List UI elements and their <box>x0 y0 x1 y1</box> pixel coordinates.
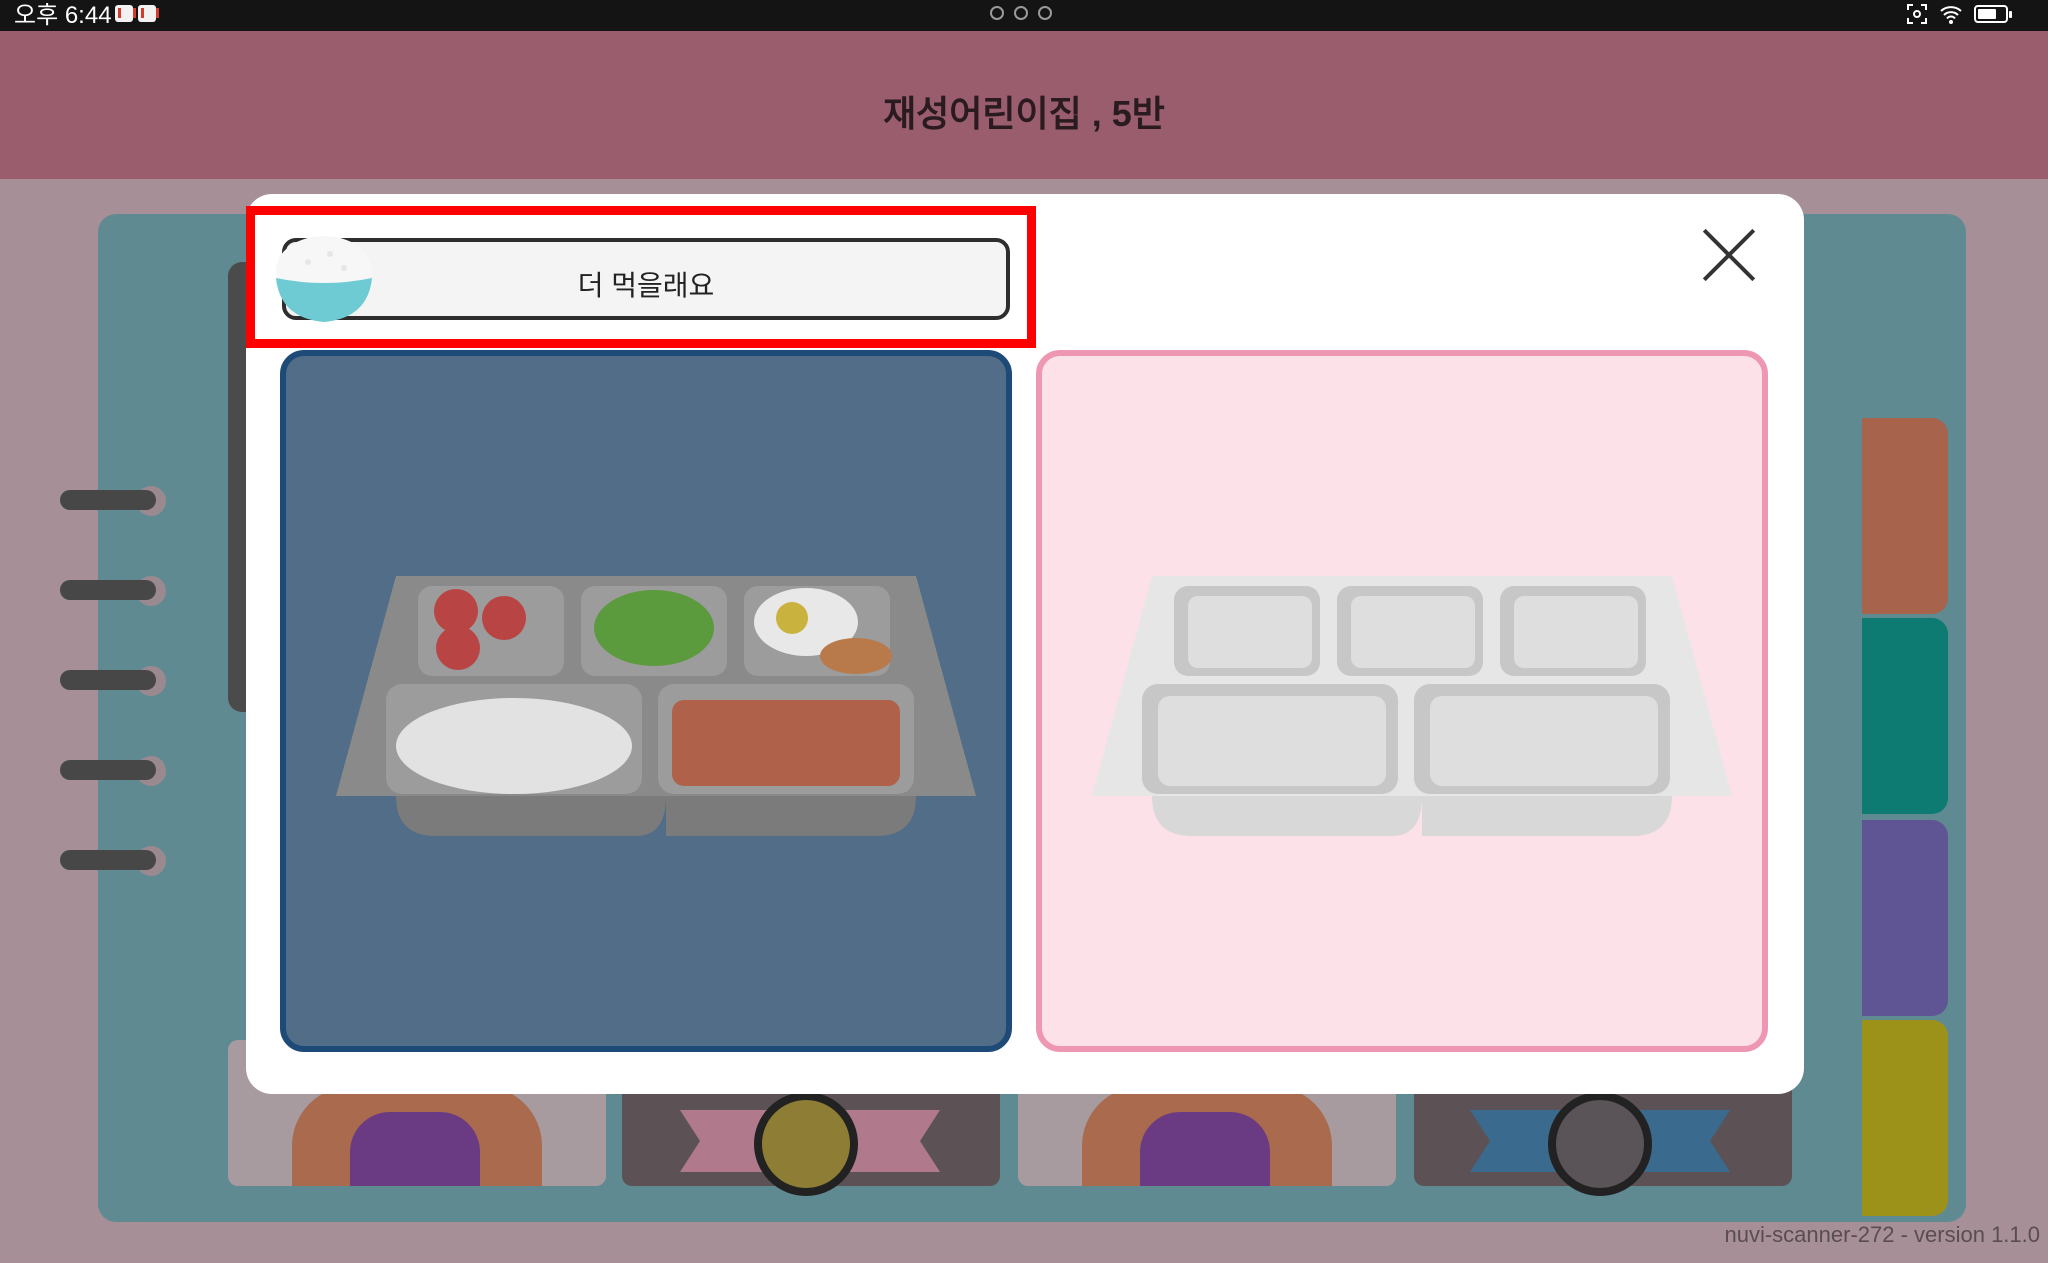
status-icons <box>1906 3 2012 25</box>
page-indicator <box>990 6 1052 20</box>
gmail-icon <box>138 5 159 22</box>
screenshot-icon <box>1907 4 1927 24</box>
child-avatar-body <box>1140 1112 1270 1186</box>
full-tray-option[interactable] <box>280 350 1012 1052</box>
full-lunch-tray-icon <box>336 576 976 836</box>
app-header: 재성어린이집 , 5반 <box>0 31 2048 179</box>
battery-icon <box>1974 5 2012 23</box>
notebook-tab[interactable] <box>1862 618 1948 814</box>
binder-ring <box>60 670 156 690</box>
page-dot <box>990 6 1004 20</box>
fork-spoon-icon <box>1548 1092 1652 1196</box>
binder-ring <box>60 490 156 510</box>
status-bar: 오후 6:44 <box>0 0 2048 31</box>
page-title: 재성어린이집 , 5반 <box>883 93 1165 134</box>
version-label: nuvi-scanner-272 - version 1.1.0 <box>1724 1222 2041 1247</box>
binder-ring <box>60 850 156 870</box>
binder-ring <box>60 760 156 780</box>
empty-lunch-tray-icon <box>1092 576 1732 836</box>
binder-ring <box>60 580 156 600</box>
page-dot <box>1014 6 1028 20</box>
empty-tray-option[interactable] <box>1036 350 1768 1052</box>
wifi-icon <box>1940 6 1962 24</box>
selection-highlight <box>246 206 1036 348</box>
close-icon[interactable] <box>1700 226 1758 284</box>
notebook-tab[interactable] <box>1862 1020 1948 1216</box>
status-time: 오후 6:44 <box>14 2 112 29</box>
thumbs-up-icon <box>754 1092 858 1196</box>
gmail-icon <box>115 5 136 22</box>
notebook-tab[interactable] <box>1862 418 1948 614</box>
page-dot <box>1038 6 1052 20</box>
child-avatar-body <box>350 1112 480 1186</box>
notebook-tab[interactable] <box>1862 820 1948 1016</box>
